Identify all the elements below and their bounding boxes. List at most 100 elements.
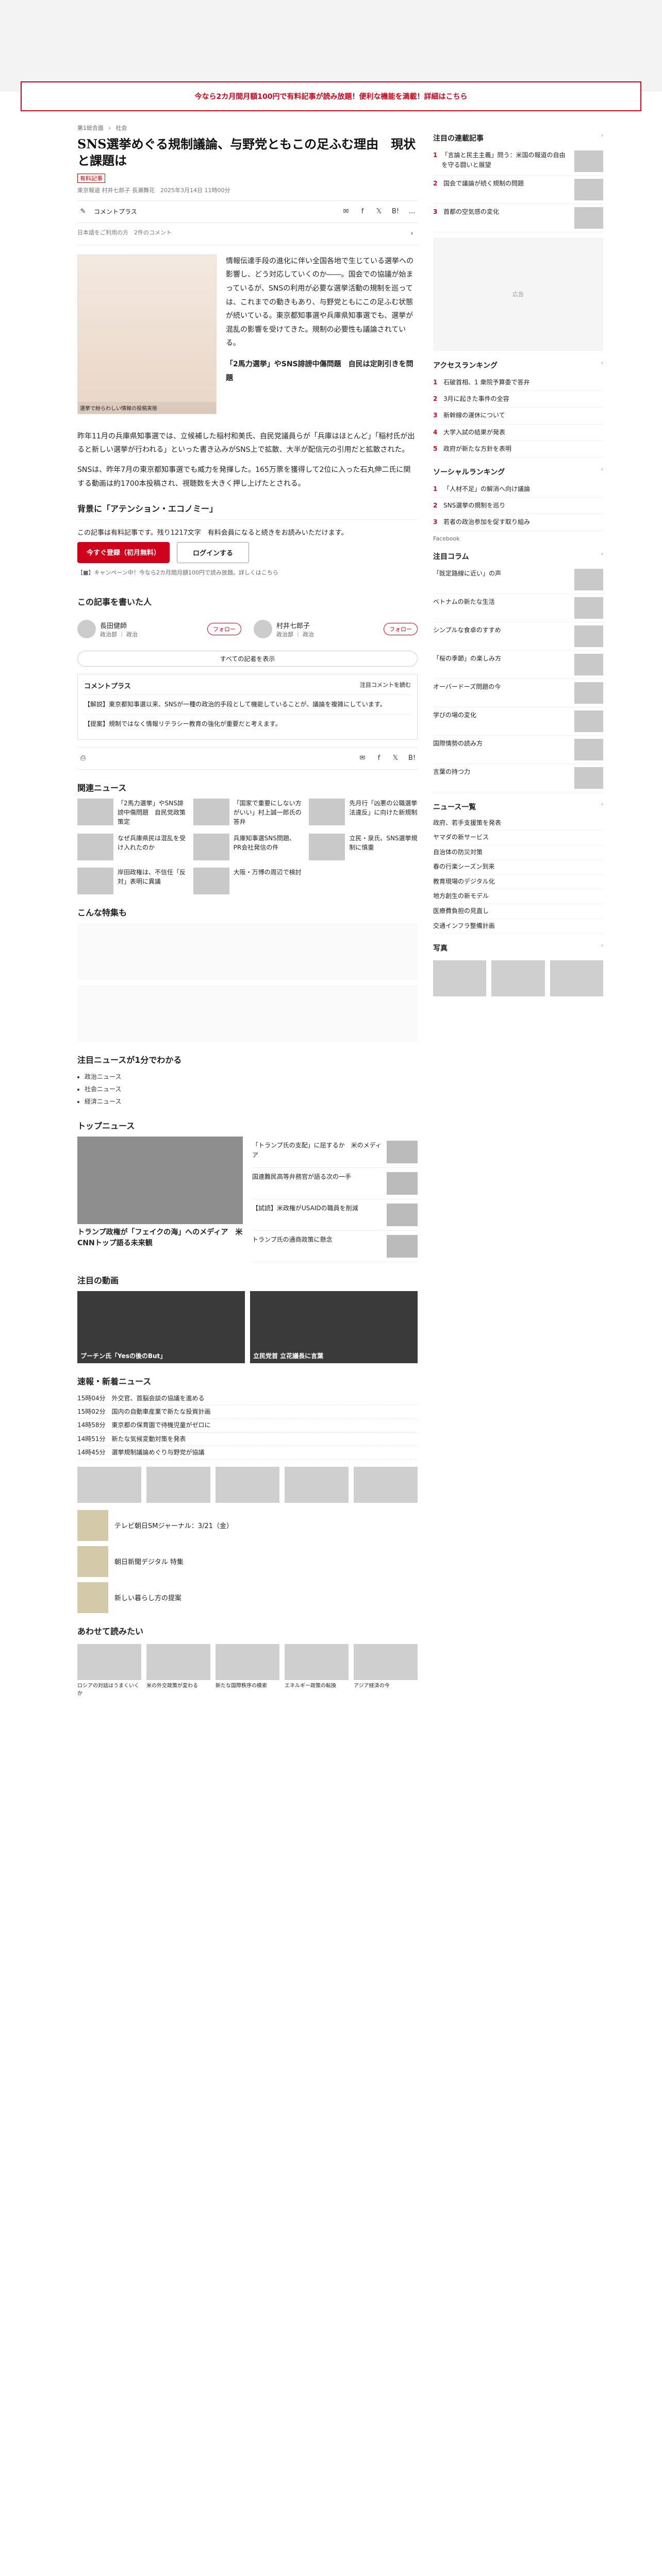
writer-name[interactable]: 村井七郎子: [276, 620, 314, 630]
photo-card[interactable]: [285, 1466, 349, 1503]
access-ranking-item[interactable]: 1 石破首相、1 衆院予算委で答弁: [433, 375, 603, 392]
x-icon[interactable]: 𝕏: [390, 753, 401, 764]
column-item[interactable]: シンプルな食卓のすすめ: [433, 622, 603, 651]
comment-icon[interactable]: ✎: [77, 206, 89, 217]
brand-text[interactable]: テレビ朝日SMジャーナル：3/21（金）: [114, 1520, 233, 1530]
campaign-note[interactable]: 【■】キャンペーン中！今なら2カ月間月額100円で読み放題。詳しくはこちら: [77, 568, 418, 577]
column-item[interactable]: 国際情勢の読み方: [433, 736, 603, 764]
column-item[interactable]: ベトナムの新たな生活: [433, 594, 603, 622]
more-reading-text[interactable]: アジア経済の今: [354, 1682, 418, 1690]
related-card[interactable]: 岸田政権は、不信任「反対」表明に異議: [77, 867, 186, 894]
facebook-link[interactable]: Facebook: [433, 535, 603, 542]
article-figure[interactable]: 選挙で紛らわしい情報の投稿実態: [77, 254, 217, 414]
login-button[interactable]: ログインする: [177, 542, 250, 564]
top-news-item[interactable]: トランプ氏の通商政策に懸念: [252, 1231, 418, 1262]
subscribe-button[interactable]: 今すぐ登録（初月無料）: [77, 542, 170, 564]
quick-news-item[interactable]: 14時45分 選挙規制議論めぐり与野党が協議: [77, 1446, 418, 1460]
photo-card[interactable]: [77, 1466, 141, 1503]
access-ranking-item[interactable]: 4 大学入試の結果が発表: [433, 425, 603, 441]
photo-card[interactable]: [354, 1466, 418, 1503]
video-thumbnail[interactable]: 立民党首 立花議長に言葉: [250, 1291, 418, 1363]
show-all-writers-button[interactable]: すべての記者を表示: [77, 651, 418, 667]
chevron-right-icon[interactable]: ›: [406, 228, 418, 240]
photo-card[interactable]: [146, 1466, 210, 1503]
access-ranking-item[interactable]: 3 新幹線の運休について: [433, 408, 603, 425]
related-headline[interactable]: 「国家で重要にしない方がいい」村上誠一郎氏の答弁: [234, 799, 302, 826]
side-ranking-item[interactable]: 1 「言論と民主主義」問う：米国の報道の自由を守る闘いと展望: [433, 147, 603, 176]
breadcrumb-item[interactable]: 社会: [115, 125, 127, 131]
brand-text[interactable]: 朝日新聞デジタル 特集: [114, 1556, 184, 1566]
top-news-image[interactable]: [77, 1136, 243, 1224]
column-item[interactable]: オーバードーズ問題の今: [433, 679, 603, 707]
top-news-item-text[interactable]: 「トランプ氏の支配」に屈するか 米のメディア: [252, 1141, 383, 1163]
print-icon[interactable]: ⎙: [77, 753, 89, 764]
top-news-item-text[interactable]: 【試読】米政権がUSAIDの職員を削減: [252, 1204, 358, 1226]
facebook-icon[interactable]: f: [357, 206, 368, 217]
mail-icon[interactable]: ✉: [357, 753, 368, 764]
more-reading-text[interactable]: 米の外交政策が変わる: [146, 1682, 210, 1690]
top-news-item[interactable]: 【試読】米政権がUSAIDの職員を削減: [252, 1199, 418, 1231]
top-news-item[interactable]: 「トランプ氏の支配」に屈するか 米のメディア: [252, 1137, 418, 1168]
more-icon[interactable]: …: [406, 206, 418, 217]
comment-plus-label[interactable]: コメントプラス: [94, 207, 137, 216]
news-list-item[interactable]: 教育現場のデジタル化: [433, 875, 603, 890]
related-headline[interactable]: 先月行「凶悪の公職選挙法違反」に向けた新規制: [349, 799, 418, 826]
related-card[interactable]: なぜ兵庫県民は混乱を受け入れたのか: [77, 833, 186, 860]
quick-news-item[interactable]: 14時58分 東京都の保育園で待機児童がゼロに: [77, 1419, 418, 1433]
column-item[interactable]: 「既定路線に近い」の声: [433, 566, 603, 594]
ad-slot[interactable]: [77, 985, 418, 1042]
brand-item[interactable]: 新しい暮らし方の提案: [77, 1582, 418, 1613]
comment-item[interactable]: 【提案】規制ではなく情報リテラシー教育の強化が重要だと考えます。: [84, 714, 411, 733]
more-reading-text[interactable]: ロシアの対話はうまくいくか: [77, 1682, 141, 1698]
photo-card[interactable]: [216, 1466, 279, 1503]
ad-slot[interactable]: [77, 923, 418, 980]
brand-item[interactable]: テレビ朝日SMジャーナル：3/21（金）: [77, 1510, 418, 1541]
mail-icon[interactable]: ✉: [340, 206, 352, 217]
comment-item[interactable]: 【解説】東京都知事選以来、SNSが一種の政治的手段として機能していることが、議論…: [84, 694, 411, 714]
related-headline[interactable]: なぜ兵庫県民は混乱を受け入れたのか: [118, 834, 186, 860]
brand-item[interactable]: 朝日新聞デジタル 特集: [77, 1546, 418, 1577]
timeline-item[interactable]: 政治ニュース: [85, 1071, 418, 1083]
related-headline[interactable]: 岸田政権は、不信任「反対」表明に異議: [118, 868, 186, 894]
side-photo[interactable]: [550, 960, 603, 997]
hatena-icon[interactable]: B!: [390, 206, 401, 217]
quick-news-item[interactable]: 14時51分 新たな気候変動対策を発表: [77, 1433, 418, 1446]
side-ad[interactable]: 広告: [433, 238, 603, 351]
brand-text[interactable]: 新しい暮らし方の提案: [114, 1592, 181, 1602]
related-card[interactable]: 先月行「凶悪の公職選挙法違反」に向けた新規制: [309, 798, 418, 826]
related-headline[interactable]: 立民・泉氏、SNS選挙規制に慎重: [349, 834, 418, 860]
related-card[interactable]: 立民・泉氏、SNS選挙規制に慎重: [309, 833, 418, 860]
side-ranking-item[interactable]: 3 首都の空気感の変化: [433, 204, 603, 232]
writer-card[interactable]: 長田健師 政治部 ｜ 政治 フォロー: [77, 620, 241, 639]
more-reading-text[interactable]: エネルギー政策の転換: [285, 1682, 349, 1690]
side-photo[interactable]: [433, 960, 487, 997]
news-list-item[interactable]: 自治体の防災対策: [433, 845, 603, 860]
related-card[interactable]: 大阪・万博の周辺で検討: [193, 867, 302, 894]
breadcrumb-item[interactable]: 第1総合面: [77, 125, 104, 131]
related-card[interactable]: 兵庫知事選SNS問題、PR会社発信の件: [193, 833, 302, 860]
news-list-item[interactable]: 政府、若手支援策を発表: [433, 816, 603, 831]
quick-news-item[interactable]: 15時02分 国内の自動車産業で新たな投資計画: [77, 1405, 418, 1419]
side-ranking-item[interactable]: 2 国会で議論が続く規制の問題: [433, 176, 603, 204]
campaign-banner[interactable]: 今なら2カ月間月額100円で有料記事が読み放題！便利な機能を満載！詳細はこちら: [21, 81, 641, 111]
top-news-item-text[interactable]: 国連難民高等弁務官が語る次の一手: [252, 1172, 351, 1195]
more-reading-card[interactable]: 米の外交政策が変わる: [146, 1643, 210, 1698]
column-item[interactable]: 「桜の季節」の楽しみ方: [433, 651, 603, 679]
related-headline[interactable]: 大阪・万博の周辺で検討: [234, 868, 302, 894]
follow-button[interactable]: フォロー: [207, 623, 241, 636]
more-reading-card[interactable]: エネルギー政策の転換: [285, 1643, 349, 1698]
related-card[interactable]: 「国家で重要にしない方がいい」村上誠一郎氏の答弁: [193, 798, 302, 826]
news-list-item[interactable]: 地方創生の新モデル: [433, 889, 603, 905]
writer-card[interactable]: 村井七郎子 政治部 ｜ 政治 フォロー: [254, 620, 418, 639]
top-news-headline[interactable]: トランプ政権が「フェイクの海」へのメディア 米CNNトップ語る未来観: [77, 1227, 243, 1249]
more-reading-card[interactable]: アジア経済の今: [354, 1643, 418, 1698]
top-news-item-text[interactable]: トランプ氏の通商政策に懸念: [252, 1235, 333, 1258]
more-reading-card[interactable]: 新たな国際秩序の模索: [216, 1643, 279, 1698]
access-ranking-item[interactable]: 2 3月に起きた事件の全容: [433, 391, 603, 408]
related-card[interactable]: 「2馬力選挙」やSNS誹謗中傷問題 自民党政策策定: [77, 798, 186, 826]
read-comments-link[interactable]: 注目コメントを読む: [360, 681, 411, 690]
writer-name[interactable]: 長田健師: [100, 620, 138, 630]
top-news-main[interactable]: トランプ政権が「フェイクの海」へのメディア 米CNNトップ語る未来観: [77, 1136, 243, 1262]
timeline-item[interactable]: 経済ニュース: [85, 1095, 418, 1108]
social-ranking-item[interactable]: 2 SNS選挙の規制を巡り: [433, 498, 603, 515]
